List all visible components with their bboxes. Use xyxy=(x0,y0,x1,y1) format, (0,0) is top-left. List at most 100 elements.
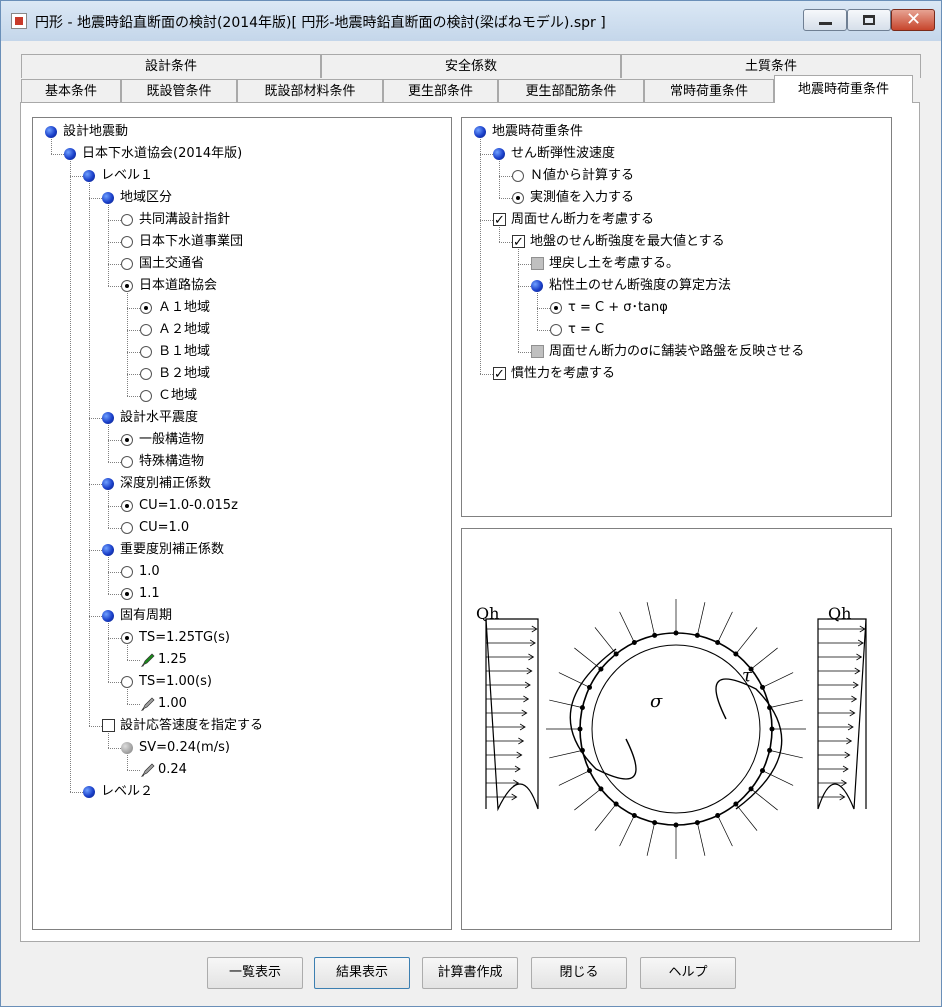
maximize-button[interactable] xyxy=(847,9,891,31)
tree-connector xyxy=(499,198,512,199)
tree-connector xyxy=(108,616,109,682)
tree-node-label: 1.0 xyxy=(139,564,160,579)
radio-button[interactable] xyxy=(512,170,524,182)
tree-connector xyxy=(108,462,121,463)
pencil-edit-icon xyxy=(140,652,156,668)
ground-spring xyxy=(619,815,635,847)
tree-node-label: 固有周期 xyxy=(120,608,173,623)
ground-spring xyxy=(646,602,655,636)
tab-normal-load[interactable]: 常時荷重条件 xyxy=(644,79,774,103)
tree-node-label: 粘性土のせん断強度の算定方法 xyxy=(549,278,732,293)
ground-spring xyxy=(619,611,635,643)
radio-button[interactable] xyxy=(121,566,133,578)
tree-connector xyxy=(127,660,140,661)
tree-connector xyxy=(70,792,83,793)
tab-safety-factors[interactable]: 安全係数 xyxy=(321,54,621,78)
beam-node xyxy=(733,651,739,657)
tree-connector xyxy=(127,770,140,771)
radio-button[interactable] xyxy=(140,368,152,380)
tree-connector xyxy=(108,220,121,221)
blue-dot-icon xyxy=(83,786,95,798)
tau-label: τ xyxy=(742,665,753,686)
radio-button[interactable] xyxy=(121,236,133,248)
radio-button-selected[interactable] xyxy=(121,500,133,512)
minimize-button[interactable] xyxy=(803,9,847,31)
radio-button-selected[interactable] xyxy=(121,280,133,292)
radio-button-selected[interactable] xyxy=(121,434,133,446)
radio-button-selected[interactable] xyxy=(550,302,562,314)
tree-node-label: 日本道路協会 xyxy=(139,278,218,293)
pencil-disabled-icon xyxy=(140,762,156,778)
tree-node-label: 周面せん断力を考慮する xyxy=(511,212,655,227)
radio-button-selected[interactable] xyxy=(512,192,524,204)
checkbox-disabled[interactable] xyxy=(531,257,544,270)
tab-existing-pipe[interactable]: 既設管条件 xyxy=(121,79,237,103)
radio-button[interactable] xyxy=(140,390,152,402)
close-button[interactable]: ✕ xyxy=(891,9,935,31)
tree-connector xyxy=(51,154,64,155)
blue-dot-icon xyxy=(102,192,114,204)
radio-button-selected[interactable] xyxy=(140,302,152,314)
radio-button[interactable] xyxy=(121,676,133,688)
beam-node xyxy=(613,651,619,657)
radio-button-selected[interactable] xyxy=(121,588,133,600)
tab-renewal-rebar[interactable]: 更生部配筋条件 xyxy=(498,79,644,103)
radio-button[interactable] xyxy=(550,324,562,336)
checkbox-disabled[interactable] xyxy=(531,345,544,358)
seismic-motion-tree[interactable]: 設計地震動 日本下水道協会(2014年版) レベル１ 地域区分 共同溝設計指針 日本下水道… xyxy=(32,117,452,930)
tree-connector xyxy=(108,418,109,462)
pencil-disabled-icon xyxy=(140,696,156,712)
tree-node-label: 1.25 xyxy=(158,652,187,667)
ground-spring xyxy=(549,750,583,759)
tab-existing-material[interactable]: 既設部材料条件 xyxy=(237,79,383,103)
radio-button-selected[interactable] xyxy=(121,632,133,644)
tree-node-label: Ａ２地域 xyxy=(158,322,211,337)
list-view-button[interactable]: 一覧表示 xyxy=(207,957,303,989)
radio-button[interactable] xyxy=(140,346,152,358)
radio-button[interactable] xyxy=(121,456,133,468)
tree-node-label: 地震時荷重条件 xyxy=(492,124,584,139)
ground-spring xyxy=(769,750,803,759)
tree-connector xyxy=(108,484,109,528)
tree-node-label: 設計地震動 xyxy=(63,124,129,139)
tree-node-label: Ｎ値から計算する xyxy=(530,168,635,183)
tree-connector xyxy=(89,176,90,726)
tab-renewal-conditions[interactable]: 更生部条件 xyxy=(383,79,498,103)
tree-connector xyxy=(518,242,519,352)
ground-spring xyxy=(697,602,706,636)
tab-design-conditions[interactable]: 設計条件 xyxy=(21,54,321,78)
tree-node-label: 国土交通省 xyxy=(139,256,205,271)
tree-connector xyxy=(108,242,121,243)
radio-button[interactable] xyxy=(121,214,133,226)
tree-connector xyxy=(499,242,512,243)
tab-seismic-load[interactable]: 地震時荷重条件 xyxy=(774,75,913,103)
ground-spring xyxy=(717,815,733,847)
tree-connector xyxy=(108,550,109,594)
create-report-button[interactable]: 計算書作成 xyxy=(422,957,518,989)
radio-button[interactable] xyxy=(140,324,152,336)
tree-connector xyxy=(108,682,121,683)
load-diagram: Qh Qh σ τ xyxy=(476,599,867,859)
seismic-load-tree[interactable]: 地震時荷重条件せん断弾性波速度 Ｎ値から計算する実測値を入力する周面せん断力を考慮… xyxy=(461,117,892,517)
show-results-button[interactable]: 結果表示 xyxy=(314,957,410,989)
checkbox[interactable] xyxy=(102,719,115,732)
blue-dot-icon xyxy=(531,280,543,292)
checkbox-checked[interactable] xyxy=(493,364,506,386)
tree-connector xyxy=(480,374,493,375)
close-dialog-button[interactable]: 閉じる xyxy=(531,957,627,989)
tree-connector xyxy=(89,198,102,199)
beam-node xyxy=(631,812,637,818)
left-horizontal-load xyxy=(485,618,539,812)
checkbox-checked[interactable] xyxy=(512,232,525,254)
tree-connector xyxy=(499,176,512,177)
tree-connector xyxy=(537,330,550,331)
tree-node-label: CU=1.0-0.015z xyxy=(139,498,238,513)
ground-spring xyxy=(717,611,733,643)
radio-button[interactable] xyxy=(121,258,133,270)
checkbox-checked[interactable] xyxy=(493,210,506,232)
tree-node-label: 共同溝設計指針 xyxy=(139,212,231,227)
help-button[interactable]: ヘルプ xyxy=(640,957,736,989)
tab-basic-conditions[interactable]: 基本条件 xyxy=(21,79,121,103)
ground-spring xyxy=(558,770,590,786)
radio-button[interactable] xyxy=(121,522,133,534)
